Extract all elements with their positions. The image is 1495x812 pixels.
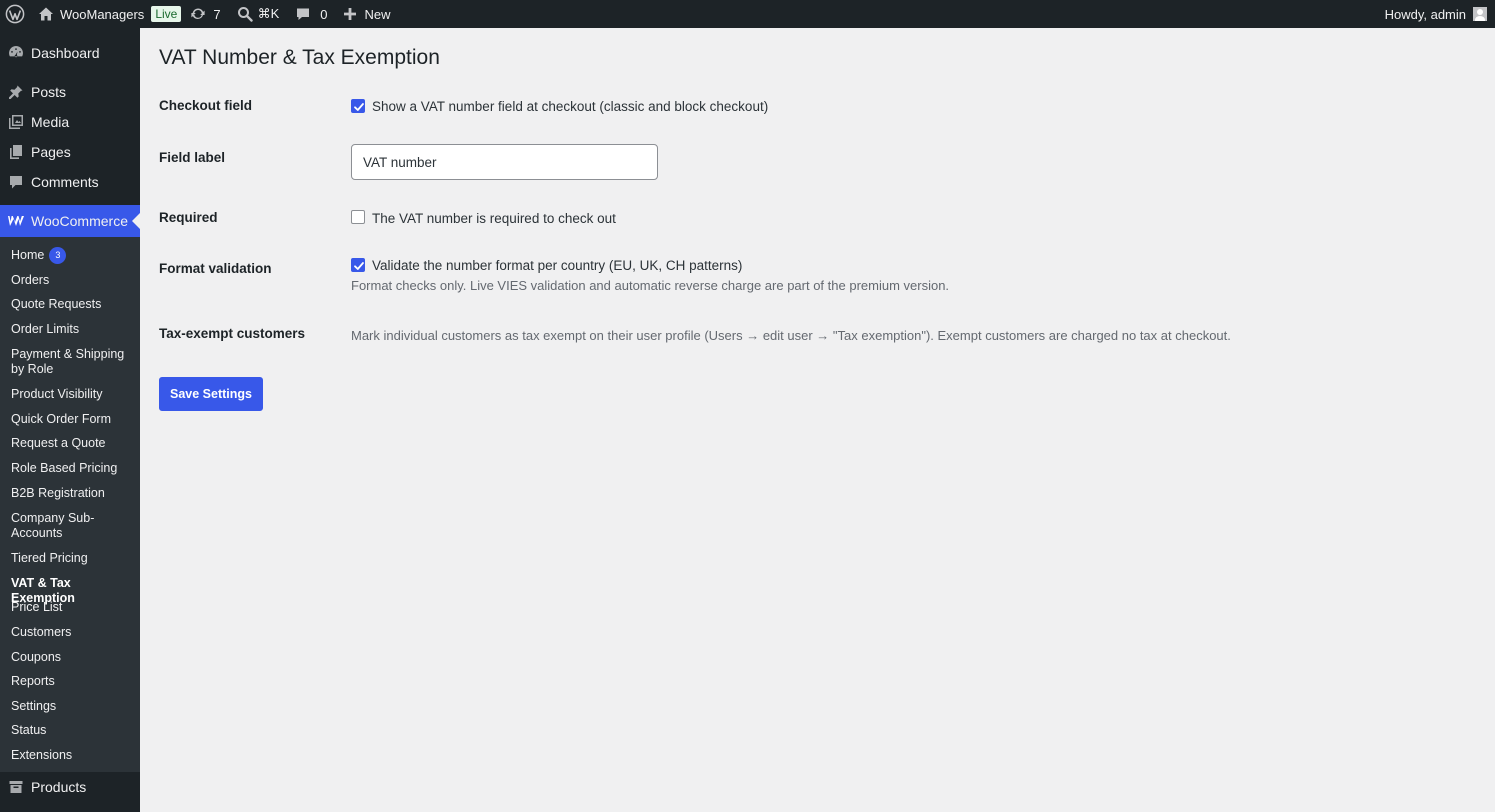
submenu-customers[interactable]: Customers (11, 625, 135, 640)
submenu-price-list[interactable]: Price List (11, 600, 135, 615)
submenu-product-visibility[interactable]: Product Visibility (11, 387, 135, 402)
menu-comments[interactable]: Comments (0, 167, 140, 197)
menu-pages-label: Pages (31, 144, 71, 160)
woocommerce-icon (6, 211, 26, 231)
submenu-coupons[interactable]: Coupons (11, 650, 135, 665)
submenu-orders[interactable]: Orders (11, 273, 135, 288)
show-vat-field-checkbox[interactable] (351, 99, 365, 113)
submenu-reports[interactable]: Reports (11, 674, 135, 689)
pushpin-icon (6, 82, 26, 102)
field-label-label: Field label (159, 150, 226, 165)
menu-posts-label: Posts (31, 84, 67, 100)
show-vat-field-text[interactable]: Show a VAT number field at checkout (cla… (372, 99, 768, 114)
comments-icon (6, 172, 26, 192)
avatar (1473, 7, 1487, 21)
save-settings-button[interactable]: Save Settings (159, 377, 263, 411)
dashboard-gauge-icon (6, 43, 26, 63)
format-validation-checkbox[interactable] (351, 258, 365, 272)
checkmark-icon (354, 103, 364, 111)
required-text[interactable]: The VAT number is required to check out (372, 211, 616, 226)
submenu-company-sub-line2: Accounts (11, 526, 63, 540)
submenu-order-limits[interactable]: Order Limits (11, 322, 135, 337)
home-notification-badge: 3 (49, 247, 67, 264)
menu-woocommerce[interactable]: WooCommerce (0, 205, 140, 237)
submenu-home-label: Home (11, 248, 45, 262)
menu-dashboard[interactable]: Dashboard (0, 38, 140, 68)
settings-page: VAT Number & Tax Exemption Checkout fiel… (159, 0, 1459, 812)
submenu-payment-shipping-line2: by Role (11, 362, 54, 376)
submenu-company-sub-line1: Company Sub- (11, 511, 95, 525)
menu-next-item[interactable] (0, 804, 140, 812)
archive-box-icon (6, 777, 26, 797)
home-icon (38, 6, 54, 22)
submenu-tiered-pricing[interactable]: Tiered Pricing (11, 551, 135, 566)
submenu-quick-order-form[interactable]: Quick Order Form (11, 412, 135, 427)
field-label-input[interactable] (351, 144, 658, 180)
menu-products[interactable]: Products (0, 772, 140, 802)
format-validation-label: Format validation (159, 261, 272, 276)
format-validation-text[interactable]: Validate the number format per country (… (372, 258, 742, 273)
submenu-company-sub-accounts[interactable]: Company Sub- Accounts (11, 511, 135, 541)
required-checkbox[interactable] (351, 210, 365, 224)
menu-media-label: Media (31, 114, 70, 130)
submenu-payment-shipping-line1: Payment & Shipping (11, 347, 125, 361)
tax-exempt-description: Mark individual customers as tax exempt … (351, 328, 1231, 343)
submenu-role-based-pricing[interactable]: Role Based Pricing (11, 461, 135, 476)
format-validation-description: Format checks only. Live VIES validation… (351, 278, 950, 293)
wordpress-logo-icon (5, 4, 25, 24)
checkout-field-label: Checkout field (159, 98, 253, 113)
submenu-quote-requests[interactable]: Quote Requests (11, 297, 135, 312)
woocommerce-submenu: Home 3 Orders Quote Requests Order Limits… (0, 237, 140, 772)
menu-comments-label: Comments (31, 174, 99, 190)
submenu-b2b-registration[interactable]: B2B Registration (11, 486, 135, 501)
tax-exempt-label: Tax-exempt customers (159, 326, 306, 341)
pages-icon (6, 142, 26, 162)
menu-pages[interactable]: Pages (0, 137, 140, 167)
wordpress-logo-menu[interactable] (0, 0, 30, 28)
menu-media[interactable]: Media (0, 107, 140, 137)
menu-products-label: Products (31, 779, 87, 795)
site-name: WooManagers (60, 6, 145, 22)
submenu-home[interactable]: Home 3 (11, 247, 135, 264)
submenu-settings[interactable]: Settings (11, 699, 135, 714)
menu-posts[interactable]: Posts (0, 77, 140, 107)
admin-sidebar: Dashboard Posts Media Pages Comments Woo… (0, 28, 140, 812)
submenu-status[interactable]: Status (11, 723, 135, 738)
submenu-request-a-quote[interactable]: Request a Quote (11, 436, 135, 451)
submenu-extensions[interactable]: Extensions (11, 748, 135, 763)
checkmark-icon (354, 262, 364, 270)
menu-dashboard-label: Dashboard (31, 45, 100, 61)
submenu-payment-shipping-by-role[interactable]: Payment & Shipping by Role (11, 347, 135, 377)
required-label: Required (159, 210, 218, 225)
page-title: VAT Number & Tax Exemption (159, 46, 440, 69)
media-icon (6, 112, 26, 132)
menu-woocommerce-label: WooCommerce (31, 213, 128, 229)
